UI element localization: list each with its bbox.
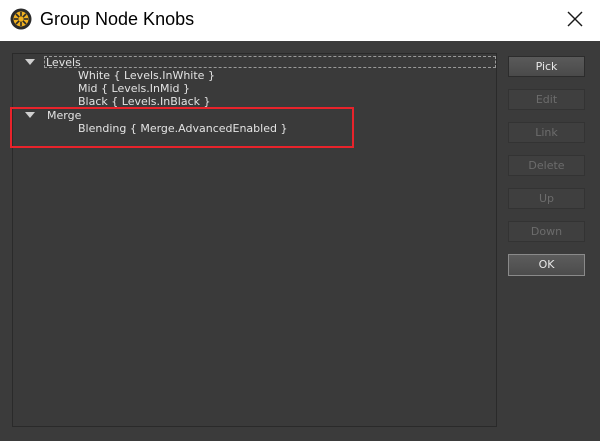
delete-button[interactable]: Delete [508,155,585,176]
link-button[interactable]: Link [508,122,585,143]
pick-button[interactable]: Pick [508,56,585,77]
close-button[interactable] [560,5,590,33]
highlight-annotation [10,107,354,148]
tree-item-mid[interactable]: Mid { Levels.InMid } [78,82,190,95]
ok-button[interactable]: OK [508,254,585,276]
edit-button[interactable]: Edit [508,89,585,110]
expand-levels-icon[interactable] [25,59,35,65]
app-logo-icon [10,8,32,30]
tree-item-white[interactable]: White { Levels.InWhite } [78,69,215,82]
knob-tree[interactable]: Levels White { Levels.InWhite } Mid { Le… [10,53,497,427]
close-icon [567,11,583,27]
group-node-knobs-dialog: Group Node Knobs Levels White { Levels.I… [0,0,600,441]
tree-group-levels[interactable]: Levels [46,56,81,69]
title-bar: Group Node Knobs [0,0,600,41]
down-button[interactable]: Down [508,221,585,242]
window-title: Group Node Knobs [40,9,195,29]
up-button[interactable]: Up [508,188,585,209]
focus-outline [44,56,496,68]
